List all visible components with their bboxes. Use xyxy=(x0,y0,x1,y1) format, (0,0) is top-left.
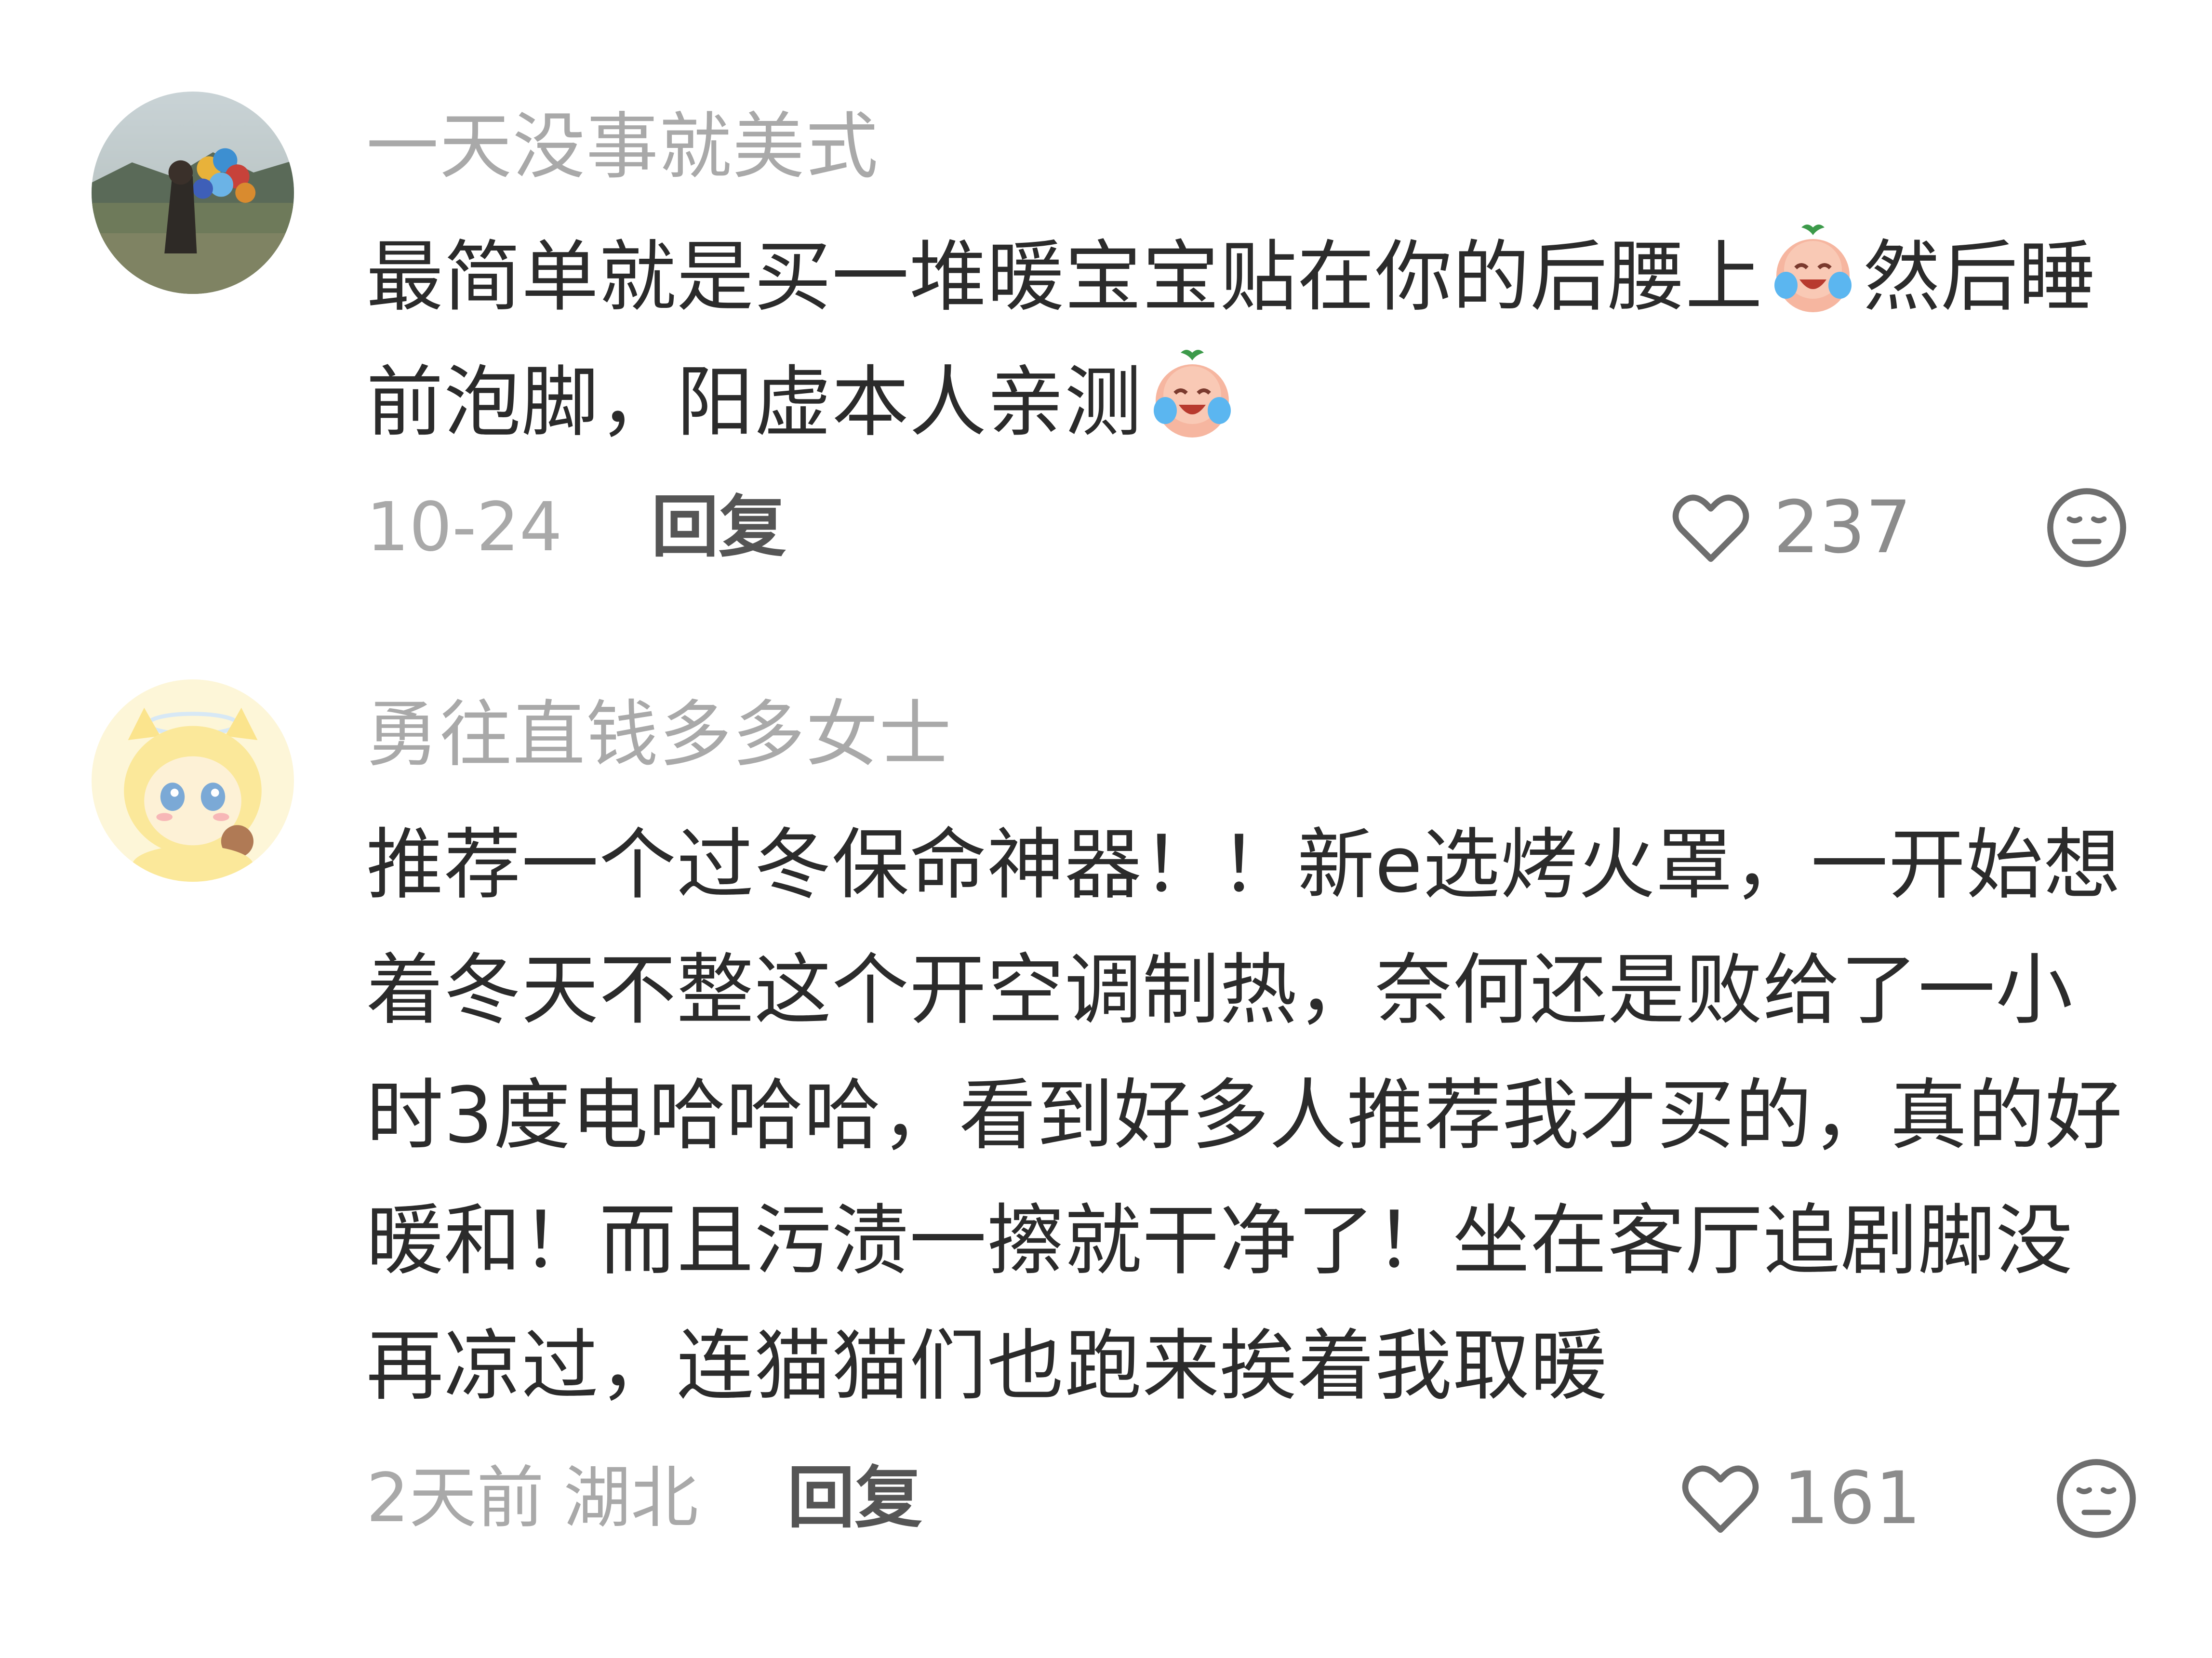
reply-button[interactable]: 回复 xyxy=(787,1459,922,1538)
comment-item: 一天没事就美式 最简单就是买一堆暖宝宝贴在你的后腰上 然后睡前泡脚，阳虚本人亲测 … xyxy=(0,0,2212,626)
username[interactable]: 一天没事就美式 xyxy=(366,99,2149,195)
meh-face-icon[interactable] xyxy=(2053,1455,2140,1542)
comment-content: 勇往直钱多多女士 推荐一个过冬保命神器！！新e选烤火罩，一开始想着冬天不整这个开… xyxy=(366,687,2149,1429)
comment-content: 一天没事就美式 最简单就是买一堆暖宝宝贴在你的后腰上 然后睡前泡脚，阳虚本人亲测 xyxy=(366,99,2149,465)
avatar[interactable] xyxy=(92,679,294,882)
laughing-crying-peach-icon xyxy=(1154,350,1231,438)
meh-face-icon[interactable] xyxy=(2043,484,2130,571)
reply-button[interactable]: 回复 xyxy=(651,488,786,567)
avatar[interactable] xyxy=(92,92,294,294)
like-button[interactable]: 237 xyxy=(1667,479,1911,576)
comment-text: 最简单就是买一堆暖宝宝贴在你的后腰上 然后睡前泡脚，阳虚本人亲测 xyxy=(366,214,2149,465)
like-count: 237 xyxy=(1773,486,1912,570)
heart-outline-icon xyxy=(1682,1465,1759,1533)
laughing-crying-peach-icon xyxy=(1774,225,1852,312)
like-count: 161 xyxy=(1783,1457,1921,1540)
comment-date: 10-24 xyxy=(366,488,562,567)
heart-outline-icon xyxy=(1672,494,1749,562)
like-button[interactable]: 161 xyxy=(1677,1450,1921,1547)
avatar-photo xyxy=(92,92,294,294)
comment-text-part: 最简单就是买一堆暖宝宝贴在你的后腰上 xyxy=(366,232,1763,322)
comment-location: 湖北 xyxy=(563,1459,699,1538)
comment-item: 勇往直钱多多女士 推荐一个过冬保命神器！！新e选烤火罩，一开始想着冬天不整这个开… xyxy=(0,626,2212,1658)
comment-text: 推荐一个过冬保命神器！！新e选烤火罩，一开始想着冬天不整这个开空调制热，奈何还是… xyxy=(366,820,2123,1411)
avatar-photo xyxy=(92,679,294,882)
username[interactable]: 勇往直钱多多女士 xyxy=(366,687,2149,783)
comment-meta: 2天前 湖北 回复 161 xyxy=(366,1450,2149,1547)
comment-date: 2天前 xyxy=(366,1459,545,1538)
comment-list: 一天没事就美式 最简单就是买一堆暖宝宝贴在你的后腰上 然后睡前泡脚，阳虚本人亲测 … xyxy=(0,0,2212,1658)
comment-meta: 10-24 回复 237 xyxy=(366,479,2149,576)
